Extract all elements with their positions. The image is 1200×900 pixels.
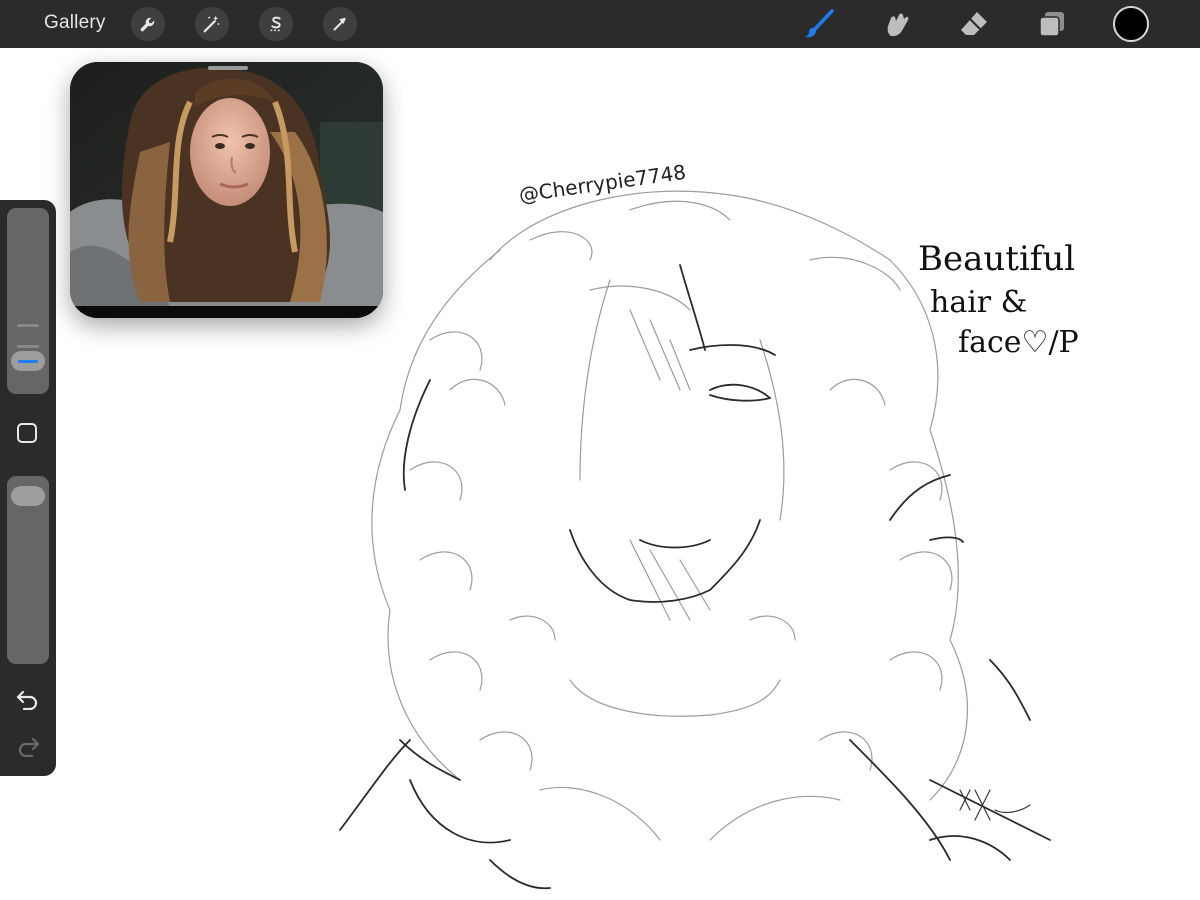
brush-size-thumb[interactable] bbox=[11, 351, 45, 372]
selection-s-icon bbox=[270, 16, 282, 32]
layers-button[interactable] bbox=[1034, 6, 1070, 42]
opacity-slider[interactable] bbox=[7, 476, 49, 664]
opacity-thumb[interactable] bbox=[11, 486, 45, 507]
redo-icon[interactable] bbox=[15, 735, 41, 757]
note-line-1: Beautiful bbox=[918, 239, 1075, 279]
brush-button[interactable] bbox=[801, 6, 837, 42]
gallery-button[interactable]: Gallery bbox=[44, 12, 106, 34]
adjustments-button[interactable] bbox=[195, 7, 229, 41]
magic-wand-icon bbox=[203, 15, 220, 33]
slider-notch bbox=[17, 345, 39, 348]
size-indicator bbox=[18, 360, 38, 364]
modify-square-icon[interactable] bbox=[16, 422, 38, 444]
transform-button[interactable] bbox=[323, 7, 357, 41]
actions-button[interactable] bbox=[131, 7, 165, 41]
drawing-canvas[interactable]: @Cherrypie7748 Beautiful hair & face♡/P bbox=[330, 140, 1090, 900]
top-toolbar: Gallery bbox=[0, 0, 1200, 48]
note-line-3: face♡/P bbox=[958, 325, 1079, 360]
arrow-cursor-icon bbox=[333, 17, 346, 31]
color-picker-button[interactable] bbox=[1113, 6, 1149, 42]
eraser-button[interactable] bbox=[956, 6, 992, 42]
brush-icon bbox=[805, 9, 834, 38]
undo-icon[interactable] bbox=[15, 688, 41, 710]
selection-button[interactable] bbox=[259, 7, 293, 41]
note-line-2: hair & bbox=[930, 285, 1027, 320]
eraser-icon bbox=[961, 12, 987, 35]
brush-size-slider[interactable] bbox=[7, 208, 49, 394]
smudge-icon bbox=[887, 13, 909, 37]
reference-drag-handle[interactable] bbox=[208, 66, 248, 70]
smudge-button[interactable] bbox=[879, 6, 915, 42]
layers-icon bbox=[1039, 12, 1064, 37]
left-sidebar bbox=[0, 200, 56, 776]
slider-notch bbox=[17, 324, 39, 327]
wrench-icon bbox=[140, 17, 155, 32]
